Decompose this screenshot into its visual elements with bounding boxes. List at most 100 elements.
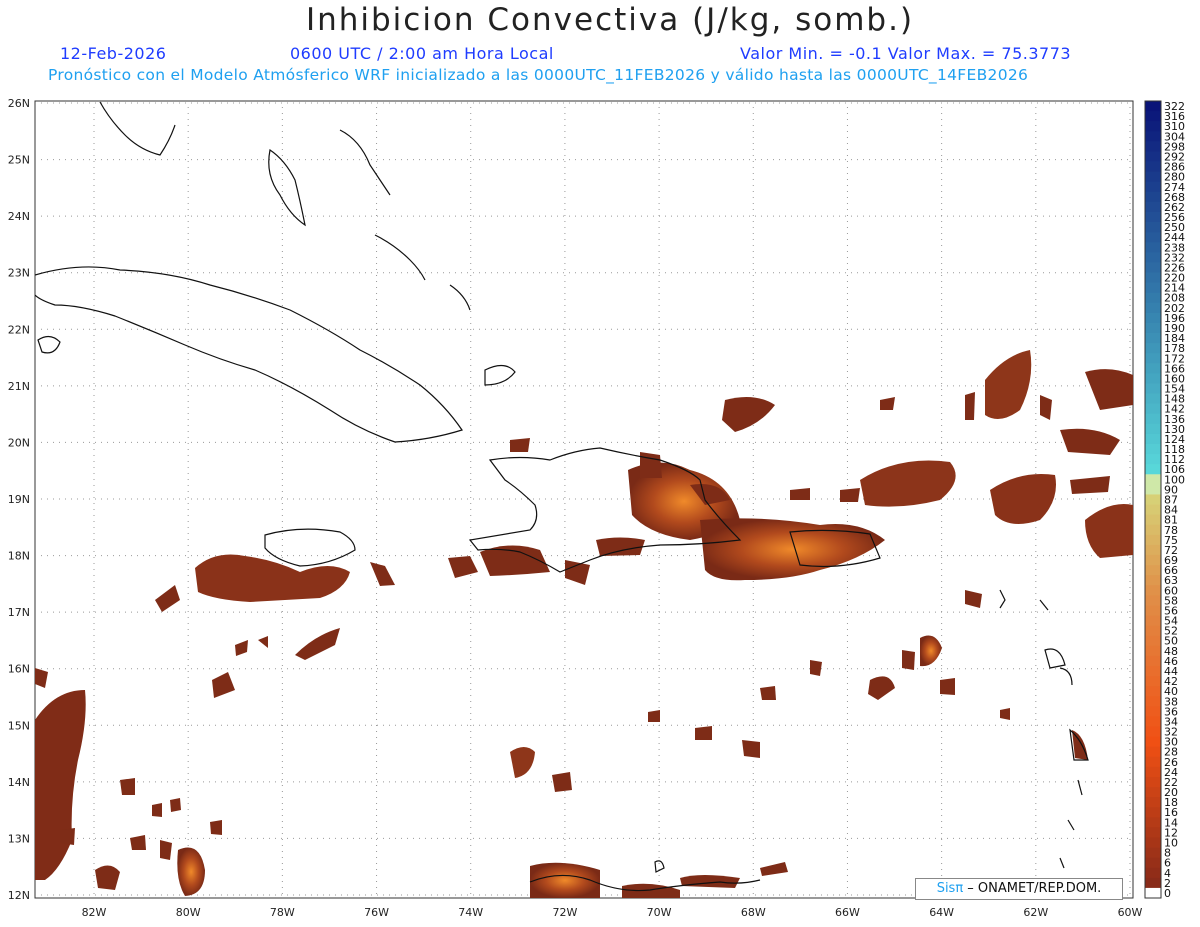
lon-label: 78W xyxy=(270,906,295,919)
colorbar-swatch xyxy=(1145,423,1161,435)
field-patch xyxy=(510,438,530,452)
colorbar-swatch xyxy=(1145,817,1161,828)
lon-label: 76W xyxy=(364,906,389,919)
colorbar-swatch xyxy=(1145,363,1161,374)
credit-box: Sisπ – ONAMET/REP.DOM. xyxy=(915,878,1123,900)
lat-label: 16N xyxy=(8,663,30,676)
colorbar-swatch xyxy=(1145,222,1161,233)
weather-map: 26N 25N 24N 23N 22N 21N 20N 19N 18N 17N 16N 15N 14N 1… xyxy=(8,97,1185,919)
colorbar-swatch xyxy=(1145,676,1161,687)
colorbar-swatch xyxy=(1145,595,1161,606)
colorbar-swatch xyxy=(1145,131,1161,142)
colorbar-swatch xyxy=(1145,867,1161,879)
field-patch xyxy=(648,710,660,722)
field-patch xyxy=(170,798,181,812)
colorbar-swatch xyxy=(1145,776,1161,788)
lat-label: 26N xyxy=(8,97,30,110)
colorbar-swatch xyxy=(1145,302,1161,314)
lon-label: 62W xyxy=(1023,906,1048,919)
colorbar-swatch xyxy=(1145,807,1161,818)
lon-label: 82W xyxy=(82,906,107,919)
colorbar-swatch xyxy=(1145,575,1161,586)
lat-label: 25N xyxy=(8,154,30,167)
colorbar-swatch xyxy=(1145,373,1161,384)
field-patch xyxy=(152,803,162,817)
colorbar-swatch xyxy=(1145,534,1161,546)
lat-label: 22N xyxy=(8,323,30,336)
lon-label: 74W xyxy=(458,906,483,919)
colorbar-swatch xyxy=(1145,716,1161,727)
lon-label: 66W xyxy=(835,906,860,919)
colorbar-swatch xyxy=(1145,847,1161,859)
plot-frame xyxy=(34,100,1134,899)
field-patch xyxy=(790,488,810,500)
field-patch xyxy=(640,452,662,478)
colorbar-swatch xyxy=(1145,635,1161,647)
colorbar-swatch xyxy=(1145,191,1161,203)
colorbar-swatch xyxy=(1145,413,1161,425)
colorbar-swatch xyxy=(1145,645,1161,657)
lat-label: 15N xyxy=(8,719,30,732)
colorbar-swatch xyxy=(1145,242,1161,253)
credit-text: – ONAMET/REP.DOM. xyxy=(963,881,1102,896)
colorbar-swatch xyxy=(1145,201,1161,213)
field-patch xyxy=(680,875,740,888)
lat-label: 14N xyxy=(8,776,30,789)
colorbar-swatch xyxy=(1145,272,1161,283)
colorbar-swatch xyxy=(1145,403,1161,415)
field-patch xyxy=(552,772,572,792)
colorbar-swatch xyxy=(1145,444,1161,455)
colorbar-swatch xyxy=(1145,887,1161,899)
field-patch xyxy=(760,686,776,700)
field-patch xyxy=(940,678,955,695)
field-patch xyxy=(210,820,222,835)
colorbar-swatch xyxy=(1145,877,1161,889)
colorbar-swatch xyxy=(1145,554,1161,566)
field-patch xyxy=(810,660,822,676)
colorbar-swatch xyxy=(1145,514,1161,526)
field-patch xyxy=(120,778,135,795)
colorbar-swatch xyxy=(1145,353,1161,364)
colorbar-swatch xyxy=(1145,655,1161,667)
colorbar-swatch xyxy=(1145,151,1161,162)
lon-label: 80W xyxy=(176,906,201,919)
colorbar-swatch xyxy=(1145,736,1161,748)
lon-label: 70W xyxy=(647,906,672,919)
colorbar-swatch xyxy=(1145,181,1161,193)
lat-label: 19N xyxy=(8,493,30,506)
colorbar-swatch xyxy=(1145,565,1161,576)
colorbar-swatch xyxy=(1145,322,1161,334)
lon-label: 68W xyxy=(741,906,766,919)
colorbar-swatch xyxy=(1145,726,1161,737)
colorbar-swatch xyxy=(1145,101,1161,112)
colorbar-swatch xyxy=(1145,625,1161,637)
lat-label: 24N xyxy=(8,210,30,223)
colorbar-swatch xyxy=(1145,161,1161,173)
colorbar-swatch xyxy=(1145,343,1161,354)
colorbar-swatch xyxy=(1145,504,1161,516)
colorbar-swatch xyxy=(1145,312,1161,324)
field-patch xyxy=(1000,708,1010,720)
colorbar-swatch xyxy=(1145,524,1161,536)
colorbar-swatch xyxy=(1145,171,1161,183)
colorbar-swatch xyxy=(1145,544,1161,556)
colorbar-swatch xyxy=(1145,585,1161,596)
colorbar-swatch xyxy=(1145,393,1161,405)
colorbar-swatch xyxy=(1145,292,1161,304)
colorbar-swatch xyxy=(1145,766,1161,778)
field-patch xyxy=(840,488,860,502)
field-patch xyxy=(965,392,975,420)
colorbar-swatch xyxy=(1145,494,1161,505)
colorbar-swatch xyxy=(1145,433,1161,445)
colorbar-swatch xyxy=(1145,857,1161,869)
colorbar-swatch xyxy=(1145,232,1161,243)
lat-label: 17N xyxy=(8,606,30,619)
lat-label: 20N xyxy=(8,436,30,449)
colorbar-swatch xyxy=(1145,282,1161,294)
colorbar-swatch xyxy=(1145,605,1161,616)
colorbar-swatch xyxy=(1145,706,1161,717)
field-patch xyxy=(742,740,760,758)
lat-label: 18N xyxy=(8,550,30,563)
colorbar-swatch xyxy=(1145,696,1161,707)
field-patch xyxy=(60,828,75,845)
